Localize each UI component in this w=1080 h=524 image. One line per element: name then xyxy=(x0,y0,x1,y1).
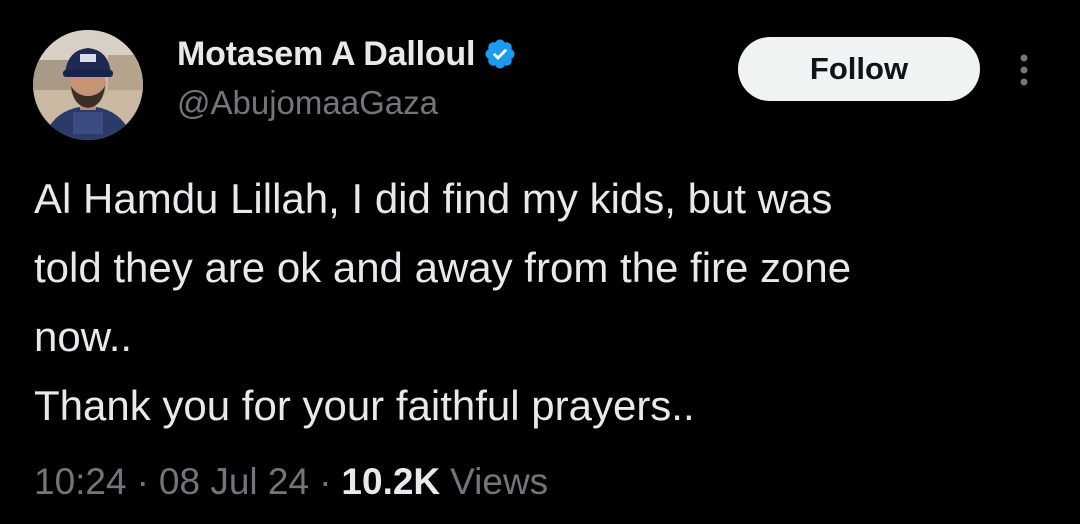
tweet-text-line: now.. xyxy=(34,313,133,360)
tweet-date[interactable]: 08 Jul 24 xyxy=(159,461,309,503)
tweet-text-line: Al Hamdu Lillah, I did find my kids, but… xyxy=(34,175,833,222)
views-label[interactable]: Views xyxy=(450,461,548,503)
tweet-text-line: Thank you for your faithful prayers.. xyxy=(34,382,695,429)
avatar-image xyxy=(33,30,143,140)
tweet-card: Motasem A Dalloul @AbujomaaGaza Follow A… xyxy=(0,0,1080,524)
more-vertical-icon[interactable] xyxy=(1008,50,1040,90)
tweet-meta: 10:24 · 08 Jul 24 · 10.2K Views xyxy=(34,461,548,503)
avatar[interactable] xyxy=(33,30,143,140)
views-count[interactable]: 10.2K xyxy=(341,461,440,503)
tweet-text: Al Hamdu Lillah, I did find my kids, but… xyxy=(34,164,1054,440)
tweet-text-line: told they are ok and away from the fire … xyxy=(34,244,852,291)
tweet-time[interactable]: 10:24 xyxy=(34,461,127,503)
author-handle[interactable]: @AbujomaaGaza xyxy=(177,84,438,122)
author-name-row: Motasem A Dalloul xyxy=(177,34,517,74)
meta-separator: · xyxy=(136,461,149,502)
meta-separator: · xyxy=(319,461,332,502)
follow-button[interactable]: Follow xyxy=(738,37,980,101)
author-name[interactable]: Motasem A Dalloul xyxy=(177,35,475,74)
verified-badge-icon xyxy=(483,37,517,71)
